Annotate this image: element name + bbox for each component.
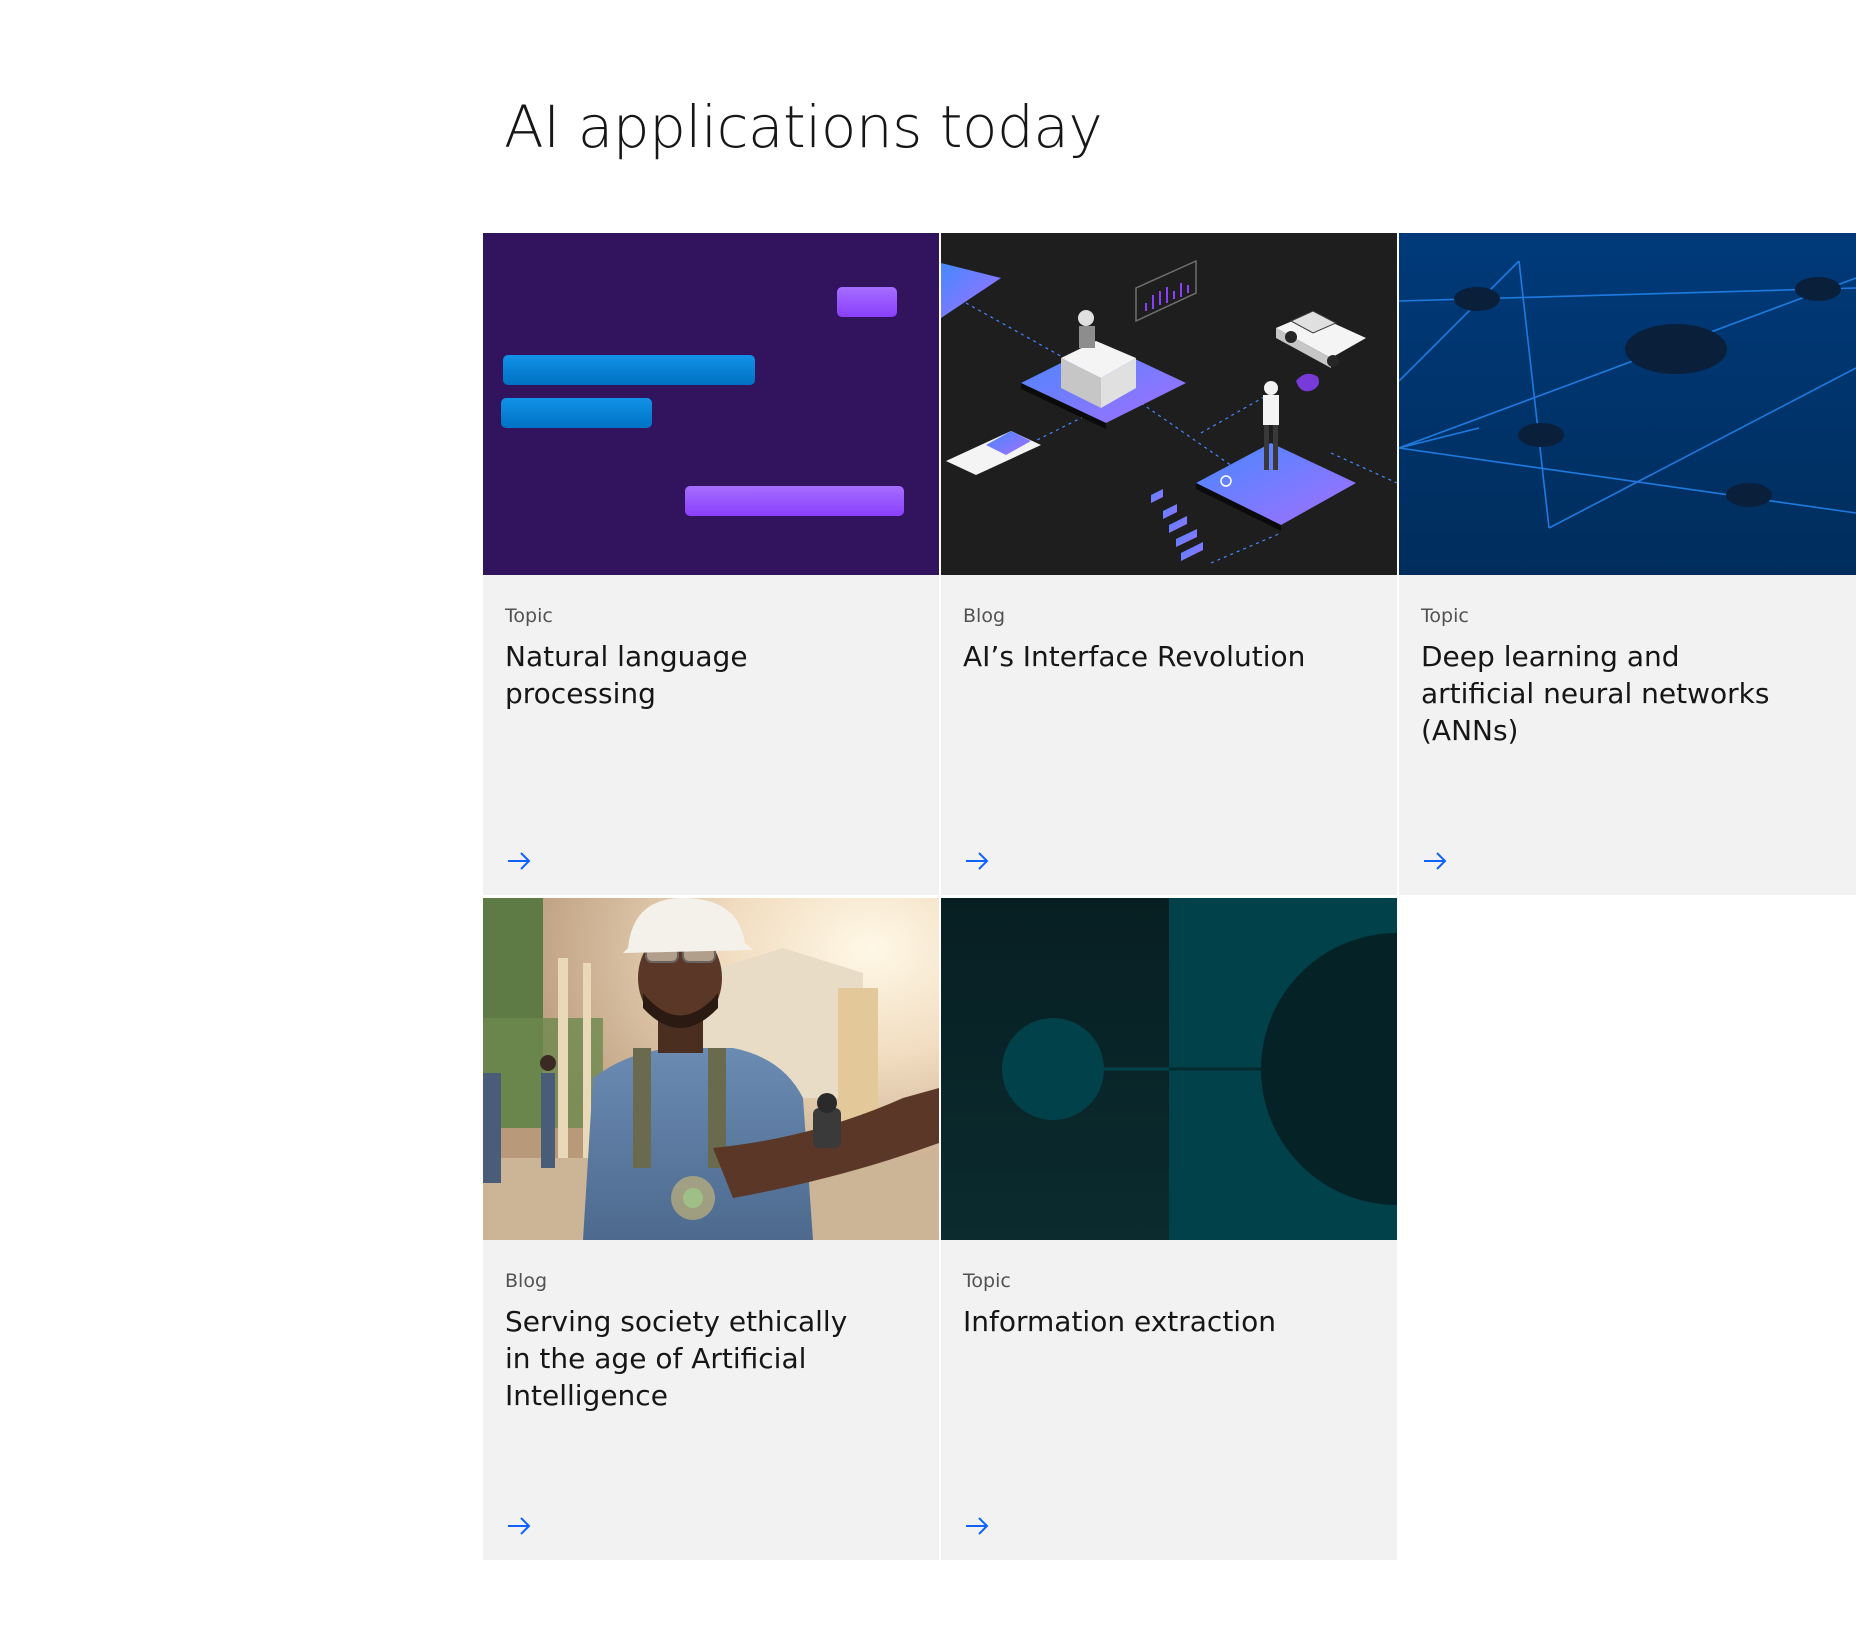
card-title[interactable]: Deep learning and artificial neural netw… — [1421, 638, 1791, 749]
construction-worker-photo — [483, 898, 939, 1240]
card-body: Topic Information extraction — [941, 1240, 1397, 1560]
card-eyebrow: Topic — [505, 605, 553, 627]
card-eyebrow: Topic — [1421, 605, 1469, 627]
card-eyebrow: Blog — [963, 605, 1005, 627]
page: AI applications today Topic Natural lang… — [0, 0, 1856, 1632]
arrow-right-icon[interactable] — [505, 847, 533, 875]
card-body: Topic Natural language processing — [483, 575, 939, 895]
card-body: Blog AI’s Interface Revolution — [941, 575, 1397, 895]
card-title[interactable]: Serving society ethically in the age of … — [505, 1303, 875, 1414]
card-information-extraction[interactable]: Topic Information extraction — [941, 898, 1397, 1560]
card-grid: Topic Natural language processing Blog A… — [483, 233, 1856, 1560]
arrow-right-icon[interactable] — [505, 1512, 533, 1540]
card-title[interactable]: Natural language processing — [505, 638, 875, 712]
card-body: Topic Deep learning and artificial neura… — [1399, 575, 1856, 895]
arrow-right-icon[interactable] — [1421, 847, 1449, 875]
card-serving-society[interactable]: Blog Serving society ethically in the ag… — [483, 898, 939, 1560]
circles-connection-illustration — [941, 898, 1397, 1240]
arrow-right-icon[interactable] — [963, 847, 991, 875]
card-eyebrow: Blog — [505, 1270, 547, 1292]
isometric-ai-interface-illustration — [941, 233, 1397, 575]
chat-bubbles-illustration — [483, 233, 939, 575]
card-natural-language-processing[interactable]: Topic Natural language processing — [483, 233, 939, 895]
card-title[interactable]: Information extraction — [963, 1303, 1333, 1340]
card-deep-learning[interactable]: Topic Deep learning and artificial neura… — [1399, 233, 1856, 895]
card-title[interactable]: AI’s Interface Revolution — [963, 638, 1333, 675]
card-eyebrow: Topic — [963, 1270, 1011, 1292]
card-ai-interface-revolution[interactable]: Blog AI’s Interface Revolution — [941, 233, 1397, 895]
neural-network-illustration — [1399, 233, 1856, 575]
section-heading: AI applications today — [504, 93, 1103, 161]
card-body: Blog Serving society ethically in the ag… — [483, 1240, 939, 1560]
arrow-right-icon[interactable] — [963, 1512, 991, 1540]
